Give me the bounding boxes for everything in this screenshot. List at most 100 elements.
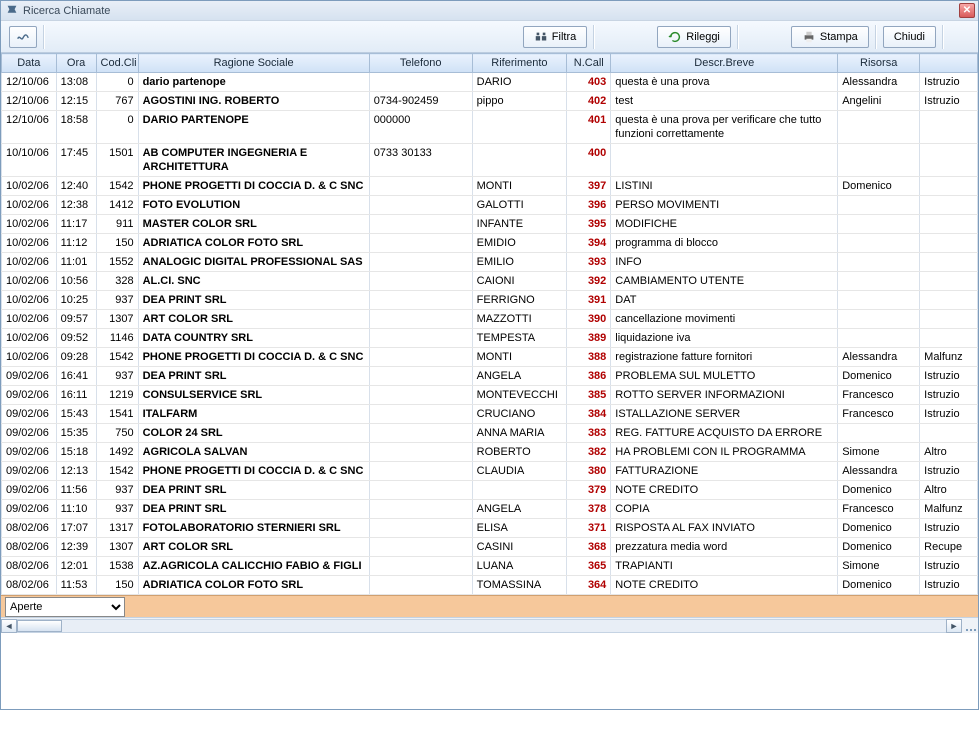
cell-risorsa <box>838 234 920 253</box>
cell-risorsa: Alessandra <box>838 348 920 367</box>
table-row[interactable]: 08/02/0617:071317FOTOLABORATORIO STERNIE… <box>2 519 978 538</box>
col-extra[interactable] <box>920 54 978 73</box>
table-row[interactable]: 12/10/0612:15767AGOSTINI ING. ROBERTO073… <box>2 92 978 111</box>
cell-ora: 11:12 <box>56 234 96 253</box>
cell-extra: Altro <box>920 481 978 500</box>
table-row[interactable]: 10/10/0617:451501AB COMPUTER INGEGNERIA … <box>2 144 978 177</box>
table-row[interactable]: 10/02/0609:521146DATA COUNTRY SRLTEMPEST… <box>2 329 978 348</box>
toolbar-separator <box>43 25 45 49</box>
col-ora[interactable]: Ora <box>56 54 96 73</box>
table-row[interactable]: 09/02/0612:131542PHONE PROGETTI DI COCCI… <box>2 462 978 481</box>
cell-descr <box>611 144 838 177</box>
cell-codcli: 1307 <box>96 310 138 329</box>
table-row[interactable]: 09/02/0615:431541ITALFARMCRUCIANO384ISTA… <box>2 405 978 424</box>
scroll-track[interactable] <box>17 619 946 633</box>
cell-ncall: 371 <box>567 519 611 538</box>
table-row[interactable]: 10/02/0612:381412FOTO EVOLUTIONGALOTTI39… <box>2 196 978 215</box>
cell-ragione: CONSULSERVICE SRL <box>138 386 369 405</box>
filter-select[interactable]: Aperte <box>5 597 125 617</box>
cell-ragione: COLOR 24 SRL <box>138 424 369 443</box>
cell-codcli: 1552 <box>96 253 138 272</box>
cell-descr: NOTE CREDITO <box>611 576 838 595</box>
toolbar-action-button[interactable] <box>9 26 37 48</box>
col-riferimento[interactable]: Riferimento <box>472 54 567 73</box>
table-row[interactable]: 08/02/0611:53150ADRIATICA COLOR FOTO SRL… <box>2 576 978 595</box>
cell-telefono <box>369 329 472 348</box>
cell-riferimento: pippo <box>472 92 567 111</box>
cell-ora: 15:43 <box>56 405 96 424</box>
cell-ora: 15:35 <box>56 424 96 443</box>
table-row[interactable]: 09/02/0611:10937DEA PRINT SRLANGELA378CO… <box>2 500 978 519</box>
table-row[interactable]: 10/02/0609:571307ART COLOR SRLMAZZOTTI39… <box>2 310 978 329</box>
cell-ncall: 400 <box>567 144 611 177</box>
cell-ncall: 389 <box>567 329 611 348</box>
table-row[interactable]: 08/02/0612:011538AZ.AGRICOLA CALICCHIO F… <box>2 557 978 576</box>
table-row[interactable]: 12/10/0613:080dario partenopeDARIO403que… <box>2 73 978 92</box>
cell-data: 09/02/06 <box>2 481 57 500</box>
cell-telefono <box>369 481 472 500</box>
cell-descr: HA PROBLEMI CON IL PROGRAMMA <box>611 443 838 462</box>
cell-data: 10/02/06 <box>2 215 57 234</box>
cell-risorsa <box>838 196 920 215</box>
cell-telefono <box>369 215 472 234</box>
cell-riferimento: MONTI <box>472 348 567 367</box>
table-row[interactable]: 12/10/0618:580DARIO PARTENOPE000000401qu… <box>2 111 978 144</box>
cell-ragione: AZ.AGRICOLA CALICCHIO FABIO & FIGLI <box>138 557 369 576</box>
cell-ragione: PHONE PROGETTI DI COCCIA D. & C SNC <box>138 462 369 481</box>
col-ncall[interactable]: N.Call <box>567 54 611 73</box>
scroll-right-arrow[interactable]: ► <box>946 619 962 633</box>
resize-grip[interactable] <box>962 619 978 633</box>
scroll-thumb[interactable] <box>17 620 62 632</box>
cell-telefono <box>369 367 472 386</box>
cell-ncall: 368 <box>567 538 611 557</box>
col-descr[interactable]: Descr.Breve <box>611 54 838 73</box>
cell-codcli: 1219 <box>96 386 138 405</box>
table-row[interactable]: 09/02/0616:111219CONSULSERVICE SRLMONTEV… <box>2 386 978 405</box>
print-button[interactable]: Stampa <box>791 26 869 48</box>
cell-codcli: 1541 <box>96 405 138 424</box>
cell-ora: 12:38 <box>56 196 96 215</box>
print-button-label: Stampa <box>820 31 858 43</box>
reload-button[interactable]: Rileggi <box>657 26 731 48</box>
cell-codcli: 750 <box>96 424 138 443</box>
col-data[interactable]: Data <box>2 54 57 73</box>
table-row[interactable]: 10/02/0610:56328AL.CI. SNCCAIONI392CAMBI… <box>2 272 978 291</box>
scroll-left-arrow[interactable]: ◄ <box>1 619 17 633</box>
printer-icon <box>802 30 816 44</box>
table-row[interactable]: 09/02/0616:41937DEA PRINT SRLANGELA386PR… <box>2 367 978 386</box>
table-row[interactable]: 10/02/0611:12150ADRIATICA COLOR FOTO SRL… <box>2 234 978 253</box>
col-codcli[interactable]: Cod.Cli <box>96 54 138 73</box>
cell-data: 08/02/06 <box>2 557 57 576</box>
horizontal-scrollbar[interactable]: ◄ ► <box>1 617 978 633</box>
table-row[interactable]: 10/02/0610:25937DEA PRINT SRLFERRIGNO391… <box>2 291 978 310</box>
cell-codcli: 937 <box>96 367 138 386</box>
col-risorsa[interactable]: Risorsa <box>838 54 920 73</box>
table-row[interactable]: 08/02/0612:391307ART COLOR SRLCASINI368p… <box>2 538 978 557</box>
cell-risorsa: Francesco <box>838 405 920 424</box>
cell-riferimento: DARIO <box>472 73 567 92</box>
cell-descr: NOTE CREDITO <box>611 481 838 500</box>
cell-telefono <box>369 234 472 253</box>
col-telefono[interactable]: Telefono <box>369 54 472 73</box>
table-row[interactable]: 10/02/0611:17911MASTER COLOR SRLINFANTE3… <box>2 215 978 234</box>
col-ragione[interactable]: Ragione Sociale <box>138 54 369 73</box>
window-close-button[interactable]: ✕ <box>959 3 975 18</box>
cell-ora: 11:01 <box>56 253 96 272</box>
cell-telefono <box>369 557 472 576</box>
table-row[interactable]: 10/02/0612:401542PHONE PROGETTI DI COCCI… <box>2 177 978 196</box>
calls-table: Data Ora Cod.Cli Ragione Sociale Telefon… <box>1 53 978 595</box>
table-row[interactable]: 09/02/0615:181492AGRICOLA SALVANROBERTO3… <box>2 443 978 462</box>
cell-risorsa: Domenico <box>838 367 920 386</box>
cell-ragione: AL.CI. SNC <box>138 272 369 291</box>
close-button[interactable]: Chiudi <box>883 26 936 48</box>
table-row[interactable]: 10/02/0611:011552ANALOGIC DIGITAL PROFES… <box>2 253 978 272</box>
cell-riferimento: CLAUDIA <box>472 462 567 481</box>
filter-button[interactable]: Filtra <box>523 26 587 48</box>
cell-descr: REG. FATTURE ACQUISTO DA ERRORE <box>611 424 838 443</box>
cell-codcli: 1146 <box>96 329 138 348</box>
cell-ora: 11:17 <box>56 215 96 234</box>
table-row[interactable]: 09/02/0615:35750COLOR 24 SRLANNA MARIA38… <box>2 424 978 443</box>
table-row[interactable]: 10/02/0609:281542PHONE PROGETTI DI COCCI… <box>2 348 978 367</box>
table-row[interactable]: 09/02/0611:56937DEA PRINT SRL379NOTE CRE… <box>2 481 978 500</box>
cell-ncall: 391 <box>567 291 611 310</box>
